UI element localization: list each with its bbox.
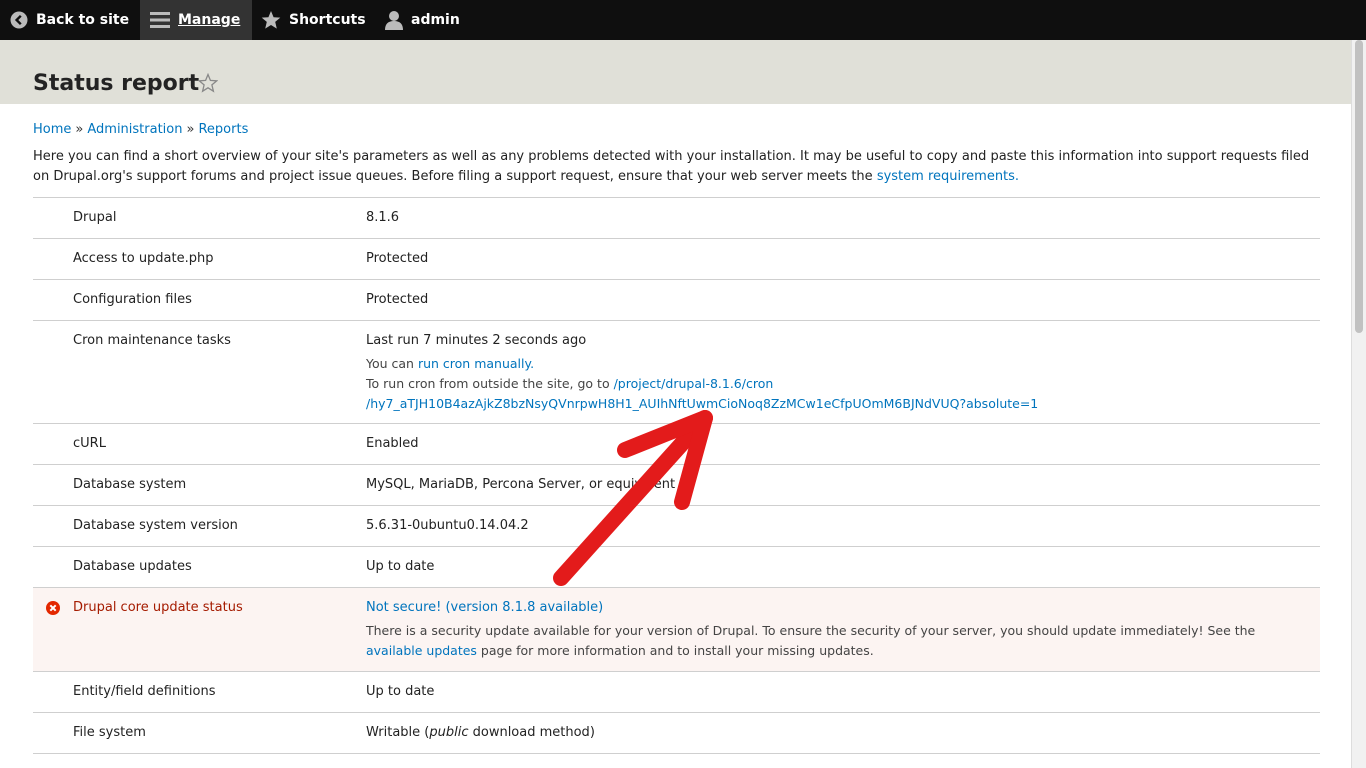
cron-desc-text: To run cron from outside the site, go to — [366, 376, 614, 391]
security-description: There is a security update available for… — [366, 621, 1306, 661]
not-secure-link[interactable]: Not secure! (version 8.1.8 available) — [366, 600, 603, 615]
manage-tab[interactable]: Manage — [140, 0, 252, 40]
user-tab[interactable]: admin — [385, 0, 460, 40]
row-label: Drupal — [73, 210, 117, 225]
row-label: Cron maintenance tasks — [73, 333, 231, 348]
row-label: Entity/field definitions — [73, 684, 216, 699]
row-label: Database system version — [73, 518, 238, 533]
star-icon — [261, 10, 281, 30]
row-label: Database system — [73, 477, 187, 492]
scrollbar-thumb[interactable] — [1355, 40, 1363, 333]
row-label: Configuration files — [73, 292, 192, 307]
row-label: File system — [73, 725, 146, 740]
row-value: Up to date — [366, 559, 435, 574]
row-value: Last run 7 minutes 2 seconds ago — [366, 333, 587, 348]
file-system-value: Writable ( — [366, 725, 430, 740]
back-to-site-link[interactable]: Back to site — [10, 0, 129, 40]
intro-text: Here you can find a short overview of yo… — [33, 147, 1323, 187]
row-value-block: Not secure! (version 8.1.8 available) Th… — [366, 598, 1306, 661]
run-cron-link[interactable]: run cron manually. — [418, 356, 534, 371]
status-row-file-system: File system Writable (public download me… — [33, 713, 1320, 754]
system-requirements-link[interactable]: system requirements. — [877, 169, 1019, 184]
security-desc-text: There is a security update available for… — [366, 623, 1256, 638]
status-row-config-files: Configuration files Protected — [33, 280, 1320, 321]
chevron-left-circle-icon — [10, 11, 28, 29]
red-arrow-icon — [553, 410, 713, 586]
status-row-drupal: Drupal 8.1.6 — [33, 198, 1320, 239]
breadcrumb-administration[interactable]: Administration — [87, 122, 182, 137]
intro-body: Here you can find a short overview of yo… — [33, 149, 1310, 184]
user-label: admin — [411, 12, 460, 28]
status-row-update-php: Access to update.php Protected — [33, 239, 1320, 280]
breadcrumb: Home» Administration» Reports — [33, 122, 248, 137]
breadcrumb-home[interactable]: Home — [33, 122, 71, 137]
shortcuts-label: Shortcuts — [289, 12, 366, 28]
row-value: Protected — [366, 251, 429, 266]
row-value: 8.1.6 — [366, 210, 400, 225]
page-title: Status report — [33, 71, 200, 96]
breadcrumb-reports[interactable]: Reports — [198, 122, 248, 137]
row-value: MySQL, MariaDB, Percona Server, or equiv… — [366, 477, 676, 492]
user-icon — [385, 10, 403, 30]
status-row-entity-defs: Entity/field definitions Up to date — [33, 672, 1320, 713]
row-value: 5.6.31-0ubuntu0.14.04.2 — [366, 518, 529, 533]
shortcuts-tab[interactable]: Shortcuts — [261, 0, 366, 40]
vertical-scrollbar[interactable] — [1351, 40, 1366, 768]
error-circle-icon — [46, 601, 60, 622]
row-label: Drupal core update status — [73, 600, 243, 615]
manage-label: Manage — [178, 12, 241, 28]
row-label: Access to update.php — [73, 251, 214, 266]
row-value-block: Last run 7 minutes 2 seconds ago You can… — [366, 331, 1306, 414]
row-value: Enabled — [366, 436, 419, 451]
row-value: Protected — [366, 292, 429, 307]
breadcrumb-separator: » — [75, 122, 84, 137]
row-value: Up to date — [366, 684, 435, 699]
cron-desc-text: You can — [366, 356, 418, 371]
breadcrumb-separator: » — [186, 122, 195, 137]
hamburger-icon — [150, 11, 170, 29]
available-updates-link[interactable]: available updates — [366, 643, 477, 658]
cron-url-link[interactable]: /project/drupal-8.1.6/cron — [614, 376, 774, 391]
file-system-value-end: download method) — [468, 725, 595, 740]
admin-toolbar: Back to site Manage Shortcuts admin — [0, 0, 1366, 40]
row-label: cURL — [73, 436, 106, 451]
star-outline-icon[interactable] — [197, 72, 219, 97]
file-system-method: public — [429, 725, 469, 740]
status-row-core-update: Drupal core update status Not secure! (v… — [33, 588, 1320, 672]
row-label: Database updates — [73, 559, 192, 574]
back-to-site-label: Back to site — [36, 12, 130, 28]
security-desc-text-end: page for more information and to install… — [476, 643, 874, 658]
cron-description: You can run cron manually. To run cron f… — [366, 354, 1306, 414]
row-value: Writable (public download method) — [366, 723, 1306, 743]
